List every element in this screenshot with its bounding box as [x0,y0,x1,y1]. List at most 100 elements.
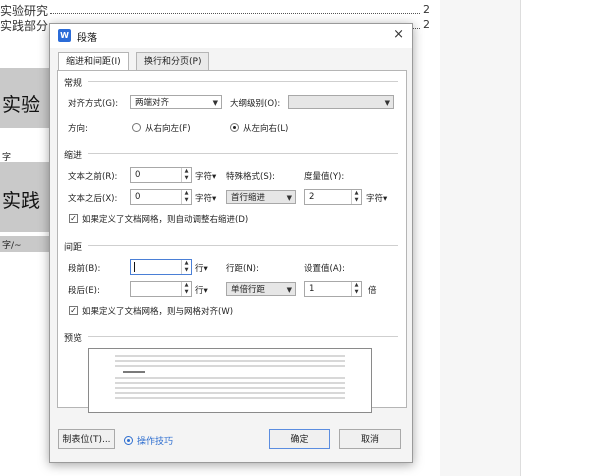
set-value-label: 设置值(A): [304,264,345,274]
spin-up-icon[interactable]: ▲ [352,190,361,197]
set-value-input[interactable]: 1 ▲ ▼ [304,281,362,297]
ltr-radio[interactable] [230,123,239,132]
toc-leader-1 [50,13,420,14]
divider [88,153,398,154]
tips-icon[interactable] [124,436,133,445]
tab-line-page-break[interactable]: 换行和分页(P) [136,52,210,71]
paragraph-dialog: W 段落 × 缩进和间距(I) 换行和分页(P) 常规 对齐方式(G): 两端对… [49,23,413,463]
spin-buttons[interactable]: ▲ ▼ [351,282,361,296]
space-after-unit[interactable]: 行▾ [195,284,208,296]
section-preview: 预览 [64,334,83,344]
ltr-label[interactable]: 从左向右(L) [243,122,288,134]
spin-buttons[interactable]: ▲ ▼ [181,168,191,182]
spin-buttons[interactable]: ▲ ▼ [181,260,191,274]
special-format-label: 特殊格式(S): [226,172,275,182]
auto-adjust-indent-label[interactable]: 如果定义了文档网格，则自动调整右缩进(D) [82,213,248,225]
spin-up-icon[interactable]: ▲ [182,168,191,175]
space-before-unit[interactable]: 行▾ [195,262,208,274]
measure-unit[interactable]: 字符▾ [366,192,387,204]
alignment-label: 对齐方式(G): [68,99,119,109]
section-spacing: 间距 [64,243,83,253]
chevron-down-icon: ▼ [212,99,218,107]
divider [88,336,398,337]
rtl-label[interactable]: 从右向左(F) [145,122,191,134]
adjacent-page [520,0,600,476]
wps-app-icon: W [58,29,71,42]
spin-buttons[interactable]: ▲ ▼ [181,190,191,204]
section-general: 常规 [64,79,83,89]
cancel-button[interactable]: 取消 [339,429,401,449]
special-format-select[interactable]: 首行缩进 ▼ [226,190,296,204]
text-caret [134,262,135,272]
tab-panel: 常规 对齐方式(G): 两端对齐 ▼ 大纲级别(O): ▼ 方向: 从右向左(F… [57,70,407,413]
indent-after-input[interactable]: 0 ▲ ▼ [130,189,192,205]
dialog-titlebar[interactable]: W 段落 × [50,24,412,48]
chevron-down-icon: ▼ [384,99,390,107]
preview-prev-line [115,355,348,358]
indent-after-unit[interactable]: 字符▾ [195,192,216,204]
spin-up-icon[interactable]: ▲ [182,260,191,267]
chevron-down-icon: ▼ [286,286,292,294]
preview-next-line [115,377,348,380]
measure-value: 2 [309,192,315,202]
spin-up-icon[interactable]: ▲ [182,190,191,197]
line-spacing-select[interactable]: 单倍行距 ▼ [226,282,296,296]
indent-after-label: 文本之后(X): [68,194,118,204]
tab-indent-spacing[interactable]: 缩进和间距(I) [58,52,129,72]
indent-before-unit[interactable]: 字符▾ [195,170,216,182]
divider [88,245,398,246]
paragraph-preview [88,348,372,413]
tab-stops-button[interactable]: 制表位(T)... [58,429,115,449]
spin-down-icon[interactable]: ▼ [182,267,191,274]
doc-fragment-2: 字/~ [2,241,22,251]
indent-after-value: 0 [135,192,141,202]
outline-level-label: 大纲级别(O): [230,99,281,109]
space-before-input[interactable]: ▲ ▼ [130,259,192,275]
preview-current-line [123,371,148,374]
measure-input[interactable]: 2 ▲ ▼ [304,189,362,205]
measure-label: 度量值(Y): [304,172,345,182]
rtl-radio[interactable] [132,123,141,132]
preview-prev-line [115,360,348,363]
section-indent: 缩进 [64,151,83,161]
auto-adjust-indent-checkbox[interactable]: ✓ [69,214,78,223]
spin-down-icon[interactable]: ▼ [182,197,191,204]
indent-before-input[interactable]: 0 ▲ ▼ [130,167,192,183]
spin-down-icon[interactable]: ▼ [182,175,191,182]
tips-link[interactable]: 操作技巧 [137,434,173,447]
spin-down-icon[interactable]: ▼ [352,289,361,296]
alignment-value: 两端对齐 [135,98,170,108]
spin-down-icon[interactable]: ▼ [182,289,191,296]
ok-button[interactable]: 确定 [269,429,330,449]
space-after-input[interactable]: ▲ ▼ [130,281,192,297]
divider [88,81,398,82]
set-value-value: 1 [309,284,315,294]
heading-1: 实验 [2,94,41,116]
outline-level-select[interactable]: ▼ [288,95,394,109]
snap-to-grid-checkbox[interactable]: ✓ [69,306,78,315]
alignment-select[interactable]: 两端对齐 ▼ [130,95,222,109]
space-before-label: 段前(B): [68,264,101,274]
close-icon[interactable]: × [393,27,404,42]
spin-down-icon[interactable]: ▼ [352,197,361,204]
preview-next-line [115,392,348,395]
toc-entry-2[interactable]: 实践部分 [0,17,48,34]
snap-to-grid-label[interactable]: 如果定义了文档网格，则与网格对齐(W) [82,305,233,317]
indent-before-value: 0 [135,170,141,180]
preview-prev-line [115,365,348,368]
dialog-title: 段落 [77,33,97,44]
chevron-down-icon: ▼ [286,194,292,202]
preview-next-line [115,382,348,385]
space-after-label: 段后(E): [68,286,100,296]
spin-up-icon[interactable]: ▲ [352,282,361,289]
preview-next-line [115,397,348,400]
preview-next-line [115,387,348,390]
toc-page-1: 2 [423,3,430,16]
spin-buttons[interactable]: ▲ ▼ [351,190,361,204]
toc-page-2: 2 [423,18,430,31]
set-value-unit: 倍 [368,286,377,296]
heading-2: 实践 [2,190,41,212]
spin-buttons[interactable]: ▲ ▼ [181,282,191,296]
spin-up-icon[interactable]: ▲ [182,282,191,289]
indent-before-label: 文本之前(R): [68,172,118,182]
